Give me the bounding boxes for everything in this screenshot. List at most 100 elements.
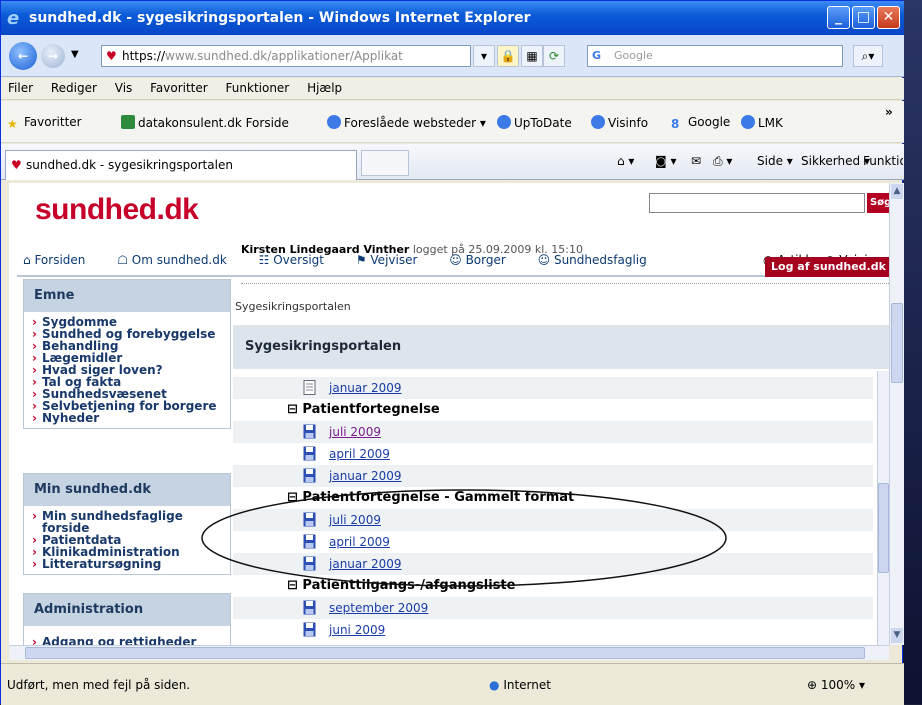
print-icon[interactable]: ⎙ ▾ [713, 154, 732, 169]
page-scroll-thumb[interactable] [891, 303, 903, 383]
address-bar: ← → ▼ ♥ https://www.sundhed.dk/applikati… [1, 35, 904, 77]
listing-scrollbar[interactable] [877, 371, 889, 645]
menu-filer[interactable]: Filer [1, 78, 40, 98]
file-link[interactable]: juni 2009 [329, 623, 385, 637]
back-button[interactable]: ← [9, 42, 37, 70]
menu-vis[interactable]: Vis [108, 78, 140, 98]
file-link[interactable]: januar 2009 [329, 469, 402, 483]
compatibility-icon[interactable]: ▦ [521, 45, 543, 67]
listing-scroll-thumb[interactable] [878, 483, 889, 573]
search-input[interactable]: G Google [587, 45, 843, 67]
menu-rediger[interactable]: Rediger [44, 78, 104, 98]
page-horizontal-scrollbar[interactable] [9, 645, 889, 660]
favorites-bar: ★ Favoritter datakonsulent.dk Forside For… [1, 101, 904, 143]
page-hscroll-thumb[interactable] [25, 647, 865, 659]
menu-bar: Filer Rediger Vis Favoritter Funktioner … [1, 78, 904, 100]
file-link[interactable]: juli 2009 [329, 425, 381, 439]
tab-label: sundhed.dk - sygesikringsportalen [26, 158, 233, 172]
new-tab-button[interactable] [361, 150, 409, 176]
chevron-right-icon[interactable]: » [885, 105, 893, 119]
fav-label: Foreslåede websteder ▾ [344, 116, 486, 130]
site-search-button[interactable]: Søg [867, 193, 889, 213]
logout-button[interactable]: Log af sundhed.dk [765, 257, 889, 277]
fav-uptodate[interactable]: UpToDate [497, 115, 572, 130]
status-message[interactable]: Udført, men med fejl på siden. [7, 678, 190, 692]
fav-label: datakonsulent.dk Forside [138, 116, 289, 130]
url-path: www.sundhed.dk/applikationer/Applikat [165, 49, 403, 63]
site-favicon-icon: ♥ [106, 49, 117, 63]
nav-forsiden[interactable]: ⌂ Forsiden [23, 253, 99, 267]
browser-window: e sundhed.dk - sygesikringsportalen - Wi… [0, 0, 904, 705]
search-icon[interactable]: ⌕▾ [853, 45, 883, 67]
security-zone: ● Internet [489, 678, 551, 692]
tab-sundhed[interactable]: ♥ sundhed.dk - sygesikringsportalen [5, 150, 357, 180]
floppy-disk-icon [303, 446, 316, 461]
floppy-disk-icon [303, 622, 316, 637]
page-vertical-scrollbar[interactable]: ▲ ▼ [889, 183, 904, 645]
file-link[interactable]: september 2009 [329, 601, 428, 615]
floppy-disk-icon [303, 468, 316, 483]
user-divider [241, 283, 889, 284]
title-bar[interactable]: e sundhed.dk - sygesikringsportalen - Wi… [1, 1, 904, 35]
lock-icon[interactable]: 🔒 [497, 45, 519, 67]
favorites-button[interactable]: ★ Favoritter [7, 115, 82, 131]
scroll-down-icon[interactable]: ▼ [891, 628, 903, 643]
file-link[interactable]: januar 2009 [329, 381, 402, 395]
sidebar-item[interactable]: Adgang og rettigheder [32, 636, 226, 645]
fav-label: LMK [758, 116, 783, 130]
nav-label: Forsiden [34, 253, 86, 267]
scroll-up-icon[interactable]: ▲ [891, 184, 903, 199]
menu-funktioner[interactable]: Funktioner [219, 78, 297, 98]
group-header-patientfortegnelse[interactable]: ⊟ Patientfortegnelse [233, 399, 873, 421]
page-menu[interactable]: Side ▾ [757, 154, 793, 168]
fav-google[interactable]: 8 Google [671, 115, 730, 131]
site-favicon-icon: ♥ [11, 158, 22, 172]
menu-hjaelp[interactable]: Hjælp [300, 78, 349, 98]
refresh-icon[interactable]: ⟳ [543, 45, 565, 67]
close-button[interactable]: ✕ [877, 6, 900, 29]
fav-suggested[interactable]: Foreslåede websteder ▾ [327, 115, 486, 130]
sidebar-admin: Administration Adgang og rettigheder [23, 593, 231, 645]
ie-icon [741, 115, 755, 129]
fav-label: Visinfo [608, 116, 649, 130]
ie-icon: e [7, 8, 20, 29]
fav-visinfo[interactable]: Visinfo [591, 115, 648, 130]
url-dropdown-icon[interactable]: ▾ [473, 45, 495, 67]
site-logo[interactable]: sundhed.dk [35, 193, 199, 227]
home-icon[interactable]: ⌂ ▾ [617, 154, 634, 168]
nav-om[interactable]: ☖ Om sundhed.dk [117, 253, 241, 267]
page-content: sundhed.dk Søg ⌂ Forsiden ☖ Om sundhed.d… [9, 183, 889, 645]
fav-datakonsulent[interactable]: datakonsulent.dk Forside [121, 115, 289, 130]
minimize-button[interactable]: _ [827, 6, 850, 29]
google-icon: G [592, 48, 608, 64]
user-status: Kirsten Lindegaard Vinther logget på 25.… [241, 243, 583, 256]
fav-lmk[interactable]: LMK [741, 115, 783, 130]
url-input[interactable]: ♥ https://www.sundhed.dk/applikationer/A… [101, 45, 471, 67]
search-placeholder: Google [614, 49, 653, 62]
login-info: logget på 25.09.2009 kl. 15:10 [412, 243, 583, 256]
fav-label: Google [688, 115, 731, 129]
annotation-ellipse [201, 489, 727, 587]
mail-icon[interactable]: ✉ [691, 154, 701, 168]
header-divider [17, 275, 889, 277]
google-icon: 8 [671, 117, 680, 131]
sidebar-item[interactable]: Nyheder [32, 412, 226, 424]
breadcrumb[interactable]: Sygesikringsportalen [235, 300, 351, 313]
file-link[interactable]: april 2009 [329, 447, 390, 461]
star-icon: ★ [7, 117, 18, 131]
tools-menu[interactable]: Funktioner ▾ [863, 154, 903, 168]
maximize-button[interactable]: □ [852, 6, 875, 29]
sidebar-emne: Emne Sygdomme Sundhed og forebyggelse Be… [23, 279, 231, 429]
group-label: Patientfortegnelse [302, 402, 440, 417]
menu-favoritter[interactable]: Favoritter [143, 78, 215, 98]
ie-icon [497, 115, 511, 129]
safety-menu[interactable]: Sikkerhed ▾ [801, 154, 870, 168]
forward-button[interactable]: → [41, 44, 65, 68]
history-dropdown-icon[interactable]: ▼ [71, 49, 79, 60]
zoom-control[interactable]: ⊕ 100% ▾ [807, 678, 865, 692]
list-row: juli 2009 [233, 421, 873, 443]
list-row: september 2009 [233, 597, 873, 619]
zone-label: Internet [503, 678, 551, 692]
site-search-input[interactable] [649, 193, 865, 213]
feeds-icon[interactable]: ◙ ▾ [655, 154, 676, 168]
